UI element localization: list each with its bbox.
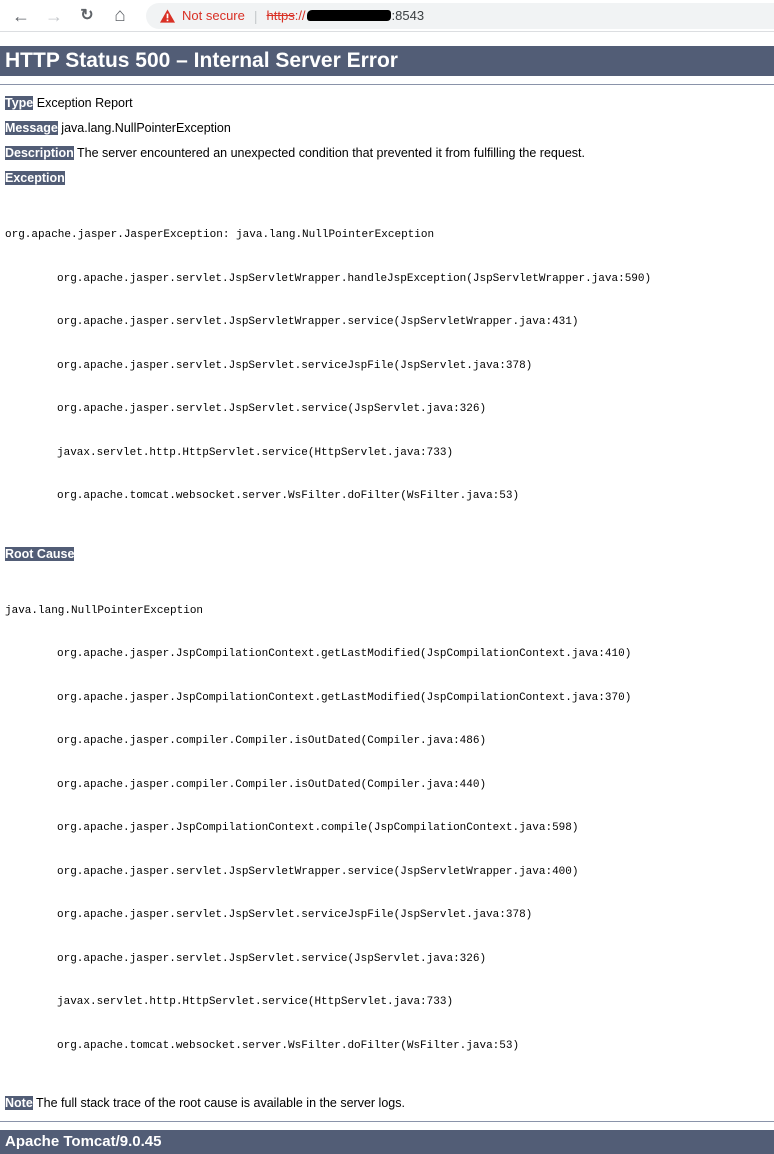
stack-frame: javax.servlet.http.HttpServlet.service(H…: [57, 446, 454, 459]
description-row: Description The server encountered an un…: [5, 146, 774, 160]
address-bar[interactable]: Not secure | https:// :8543: [146, 2, 774, 29]
url-port: :8543: [391, 8, 425, 23]
root-cause-heading: Root Cause: [5, 546, 774, 561]
not-secure-label[interactable]: Not secure: [182, 8, 245, 23]
stack-frame: org.apache.jasper.JspCompilationContext.…: [57, 648, 632, 660]
exception-trace-title: org.apache.jasper.JasperException: java.…: [5, 229, 435, 241]
note-row: Note The full stack trace of the root ca…: [5, 1096, 774, 1110]
stack-frame: org.apache.jasper.servlet.JspServlet.ser…: [57, 403, 487, 415]
stack-frame: org.apache.tomcat.websocket.server.WsFil…: [57, 490, 520, 502]
browser-toolbar: ← → ↻ ⌂ Not secure | https:// :8543: [0, 0, 774, 32]
stack-frame: org.apache.jasper.servlet.JspServletWrap…: [57, 272, 652, 285]
message-label: Message: [5, 121, 58, 135]
redacted-host: [306, 10, 391, 21]
type-value: Exception Report: [36, 96, 133, 110]
divider-line-top: [0, 84, 774, 85]
note-value: The full stack trace of the root cause i…: [36, 1096, 405, 1110]
exception-stacktrace: org.apache.jasper.JasperException: java.…: [5, 199, 774, 533]
note-label: Note: [5, 1096, 33, 1110]
exception-label: Exception: [5, 171, 65, 185]
page-title: HTTP Status 500 – Internal Server Error: [0, 46, 774, 76]
home-button[interactable]: ⌂: [109, 6, 131, 25]
url-text[interactable]: https:// :8543: [267, 8, 425, 23]
stack-frame: org.apache.jasper.compiler.Compiler.isOu…: [57, 735, 487, 747]
forward-button[interactable]: →: [43, 7, 65, 25]
root-cause-label: Root Cause: [5, 546, 75, 561]
url-scheme: https: [266, 8, 295, 23]
type-row: Type Exception Report: [5, 96, 774, 110]
root-cause-trace-title: java.lang.NullPointerException: [5, 604, 204, 617]
stack-frame: org.apache.jasper.servlet.JspServletWrap…: [57, 865, 579, 878]
exception-heading: Exception: [5, 171, 774, 185]
type-label: Type: [5, 96, 34, 110]
stack-frame: org.apache.jasper.servlet.JspServlet.ser…: [57, 359, 533, 372]
description-value: The server encountered an unexpected con…: [77, 146, 585, 160]
stack-frame: org.apache.tomcat.websocket.server.WsFil…: [57, 1039, 520, 1052]
message-row: Message java.lang.NullPointerException: [5, 121, 774, 135]
stack-frame: org.apache.jasper.servlet.JspServletWrap…: [57, 316, 579, 328]
stack-frame: org.apache.jasper.JspCompilationContext.…: [57, 822, 579, 834]
back-button[interactable]: ←: [10, 7, 32, 25]
server-version-footer: Apache Tomcat/9.0.45: [0, 1130, 774, 1154]
reload-button[interactable]: ↻: [76, 7, 98, 24]
description-label: Description: [5, 146, 74, 160]
error-page: HTTP Status 500 – Internal Server Error …: [0, 46, 774, 1154]
address-separator: |: [253, 7, 258, 24]
stack-frame: org.apache.jasper.servlet.JspServlet.ser…: [57, 909, 533, 921]
root-cause-stacktrace: java.lang.NullPointerException org.apach…: [5, 575, 774, 1083]
stack-frame: org.apache.jasper.servlet.JspServlet.ser…: [57, 952, 487, 965]
message-value: java.lang.NullPointerException: [61, 121, 231, 135]
divider-line-bottom: [0, 1121, 774, 1122]
not-secure-warning-icon[interactable]: [160, 8, 175, 23]
stack-frame: javax.servlet.http.HttpServlet.service(H…: [57, 996, 454, 1008]
stack-frame: org.apache.jasper.JspCompilationContext.…: [57, 691, 632, 704]
stack-frame: org.apache.jasper.compiler.Compiler.isOu…: [57, 778, 487, 791]
url-scheme-suffix: ://: [294, 8, 306, 23]
